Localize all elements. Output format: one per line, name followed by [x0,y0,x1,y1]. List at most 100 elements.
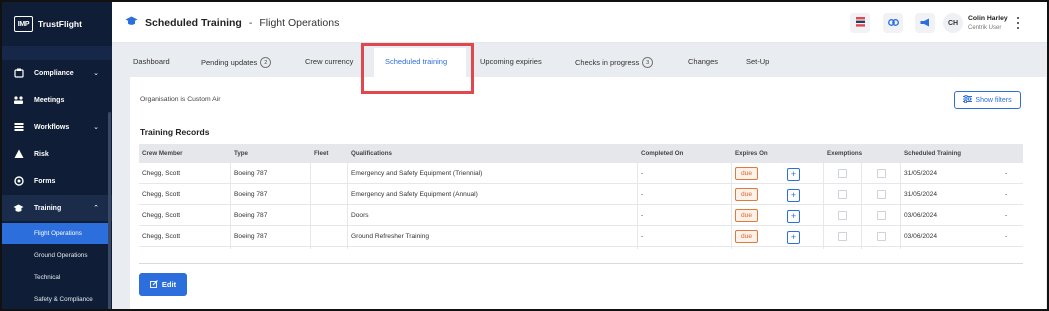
row-extra-cell: - [1005,191,1008,198]
link-icon [887,18,899,28]
tab-label: Set-Up [746,57,770,66]
column-header[interactable]: Expires On [735,150,768,157]
sidebar-item-label: Risk [34,150,49,158]
graduation-cap-icon [125,16,138,29]
due-badge: due [735,188,758,201]
app-window: IMP TrustFlight Compliance ⌄ Meetings Wo… [0,0,1049,311]
sidebar-subitem-safety-compliance[interactable]: Safety & Compliance [2,289,108,309]
edit-label: Edit [161,280,177,289]
tab-upcoming-expiries[interactable]: Upcoming expiries [480,57,542,66]
column-header[interactable]: Scheduled Training [904,150,961,157]
compliance-icon [13,68,24,79]
meetings-icon [13,95,24,106]
tab-bar: Dashboard Pending updates 2 Crew currenc… [112,43,1047,77]
sidebar-subitem-ground-operations[interactable]: Ground Operations [2,245,108,266]
type-cell: Boeing 787 [234,212,268,219]
add-button[interactable]: + [787,210,800,223]
announcement-button[interactable] [915,13,935,33]
megaphone-icon [920,18,930,29]
training-records-panel: Organisation is Custom Air Show filters … [130,77,1046,309]
scheduled-training-cell: 31/05/2024 [904,191,938,198]
chevron-up-icon: ⌃ [93,205,99,212]
table-row[interactable]: Chegg, Scott Boeing 787 Emergency and Sa… [139,163,1023,184]
show-filters-button[interactable]: Show filters [954,91,1021,109]
completed-on-cell: - [641,170,644,177]
sidebar-item-risk[interactable]: Risk [2,141,112,167]
risk-icon [13,149,24,160]
table-row[interactable]: Chegg, Scott Boeing 787 Doors - due + 03… [139,205,1023,226]
tab-dashboard[interactable]: Dashboard [133,57,170,66]
exemption-checkbox[interactable] [877,190,886,199]
link-button[interactable] [883,13,903,33]
completed-on-cell: - [641,212,644,219]
scheduled-training-cell: 03/06/2024 [904,233,938,240]
avatar[interactable]: CH [943,13,963,33]
sidebar-subitem-technical[interactable]: Technical [2,267,108,288]
filters-label: Show filters [975,96,1012,104]
exemption-checkbox[interactable] [838,232,847,241]
tab-label: Upcoming expiries [480,57,542,66]
filter-sliders-icon [963,94,973,105]
sidebar-subitem-flight-operations[interactable]: Flight Operations [2,223,108,244]
sidebar-item-meetings[interactable]: Meetings [2,87,112,113]
exemption-checkbox[interactable] [838,211,847,220]
row-extra-cell: - [1005,170,1008,177]
stack-button[interactable] [850,13,870,33]
pencil-icon [149,279,158,290]
brand-logo: IMP [14,16,33,32]
tab-crew-currency[interactable]: Crew currency [305,57,353,66]
column-header[interactable]: Completed On [641,150,683,157]
tab-checks-in-progress[interactable]: Checks in progress 3 [575,57,654,68]
forms-icon [13,176,24,187]
page-title-text: Scheduled Training [145,16,242,29]
column-header[interactable]: Qualifications [351,150,392,157]
title-separator: - [248,16,253,29]
sidebar-item-forms[interactable]: Forms [2,168,112,194]
add-button[interactable]: + [787,231,800,244]
tab-changes[interactable]: Changes [688,57,718,66]
page-subtitle: Flight Operations [259,16,340,29]
scheduled-training-cell: 31/05/2024 [904,170,938,177]
exemption-checkbox[interactable] [838,169,847,178]
column-header[interactable]: Crew Member [142,150,183,157]
sidebar-item-workflows[interactable]: Workflows ⌄ [2,114,112,140]
chevron-down-icon: ⌄ [93,124,99,131]
qualification-cell: Doors [351,212,369,219]
column-header[interactable]: Fleet [314,150,328,157]
exemption-checkbox[interactable] [877,211,886,220]
table-row[interactable]: Chegg, Scott Boeing 787 Ground Refresher… [139,226,1023,247]
sidebar-item-compliance[interactable]: Compliance ⌄ [2,60,112,86]
page-title: Scheduled Training - Flight Operations [125,16,339,29]
sidebar-item-training[interactable]: Training ⌃ [2,195,112,221]
qualification-cell: Emergency and Safety Equipment (Annual) [351,191,478,198]
exemption-checkbox[interactable] [838,190,847,199]
crew-member-cell: Chegg, Scott [142,212,181,219]
table-row[interactable]: Chegg, Scott Boeing 787 Emergency and Sa… [139,184,1023,205]
tab-label: Pending updates [201,58,258,67]
sidebar-item-label: Training [34,204,62,212]
edit-button[interactable]: Edit [139,273,187,296]
due-badge: due [735,209,758,222]
tab-set-up[interactable]: Set-Up [746,57,769,66]
add-button[interactable]: + [787,168,800,181]
brand[interactable]: IMP TrustFlight [14,16,82,32]
qualification-cell: Ground Refresher Training [351,233,430,240]
user-name: Colin Harley [968,15,1008,22]
section-title: Training Records [140,127,210,137]
crew-member-cell: Chegg, Scott [142,170,181,177]
tab-highlight-annotation [361,43,474,94]
column-header[interactable]: Type [234,150,248,157]
type-cell: Boeing 787 [234,191,268,198]
type-cell: Boeing 787 [234,170,268,177]
count-badge: 2 [260,57,272,68]
crew-member-cell: Chegg, Scott [142,233,181,240]
sidebar-scrollbar[interactable] [108,112,111,309]
add-button[interactable]: + [787,189,800,202]
tab-pending-updates[interactable]: Pending updates 2 [201,57,272,68]
exemption-checkbox[interactable] [877,169,886,178]
organisation-text: Organisation is Custom Air [140,96,221,103]
more-menu-icon[interactable] [1015,15,1021,31]
exemption-checkbox[interactable] [877,232,886,241]
column-header[interactable]: Exemptions [827,150,862,157]
chevron-down-icon: ⌄ [93,70,99,77]
